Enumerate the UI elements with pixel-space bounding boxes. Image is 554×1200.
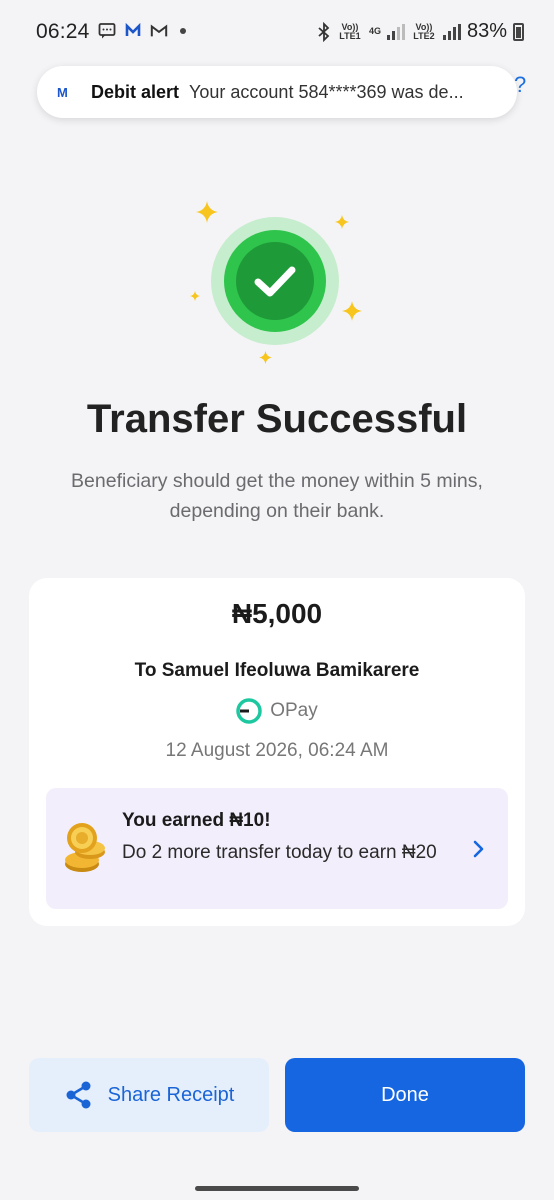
sparkle-icon <box>190 291 200 301</box>
sparkle-icon <box>342 301 362 321</box>
gmail-icon <box>150 24 168 37</box>
notification-app-logo: M <box>57 84 68 100</box>
opay-logo-icon <box>236 698 262 724</box>
receipt-card: ₦5,000 To Samuel Ifeoluwa Bamikarere OPa… <box>29 578 525 926</box>
transfer-datetime: 12 August 2026, 06:24 AM <box>165 740 389 761</box>
status-bar: 06:24 Vo)) LTE1 4G Vo)) LTE2 83% <box>0 0 554 62</box>
dot-icon <box>180 28 186 34</box>
recipient-name: To Samuel Ifeoluwa Bamikarere <box>134 660 420 681</box>
sparkle-icon <box>335 215 349 229</box>
bank-name: OPay <box>270 700 318 721</box>
notification-body: Your account 584****369 was de... <box>189 81 464 102</box>
reward-title: You earned ₦10! <box>122 810 271 831</box>
signal-icon-2 <box>442 23 461 40</box>
sparkle-icon <box>196 201 218 223</box>
network-label-lte2: Vo)) LTE2 <box>413 21 435 41</box>
recipient-bank: OPay <box>29 698 525 724</box>
coins-icon <box>65 823 105 872</box>
network-label-lte1: Vo)) LTE1 <box>339 21 361 41</box>
home-indicator[interactable] <box>195 1186 359 1191</box>
page-subtitle: Beneficiary should get the money within … <box>71 470 483 522</box>
sparkle-icon <box>259 351 272 364</box>
share-receipt-label: Share Receipt <box>107 1083 235 1106</box>
success-graphic <box>0 195 554 370</box>
status-right-icons: Vo)) LTE1 4G Vo)) LTE2 83% <box>317 20 524 43</box>
debit-alert-notification[interactable]: M Debit alert Your account 584****369 wa… <box>37 66 517 118</box>
transfer-success-screen: 06:24 Vo)) LTE1 4G Vo)) LTE2 83% M Debit… <box>0 0 554 1200</box>
checkmark-icon <box>254 266 296 297</box>
help-icon[interactable]: ? <box>514 72 526 98</box>
message-icon <box>98 23 116 39</box>
done-button[interactable]: Done <box>285 1058 525 1132</box>
bluetooth-icon <box>318 21 330 42</box>
network-label-4g: 4G <box>368 26 381 36</box>
chevron-right-icon[interactable] <box>470 836 488 862</box>
reward-banner[interactable]: You earned ₦10! Do 2 more transfer today… <box>46 788 508 909</box>
battery-percent: 83% <box>466 20 507 42</box>
transfer-amount: ₦5,000 <box>231 598 323 629</box>
status-time: 06:24 <box>36 20 90 43</box>
reward-text: Do 2 more transfer today to earn ₦20 <box>122 842 437 863</box>
share-icon <box>66 1081 91 1109</box>
status-left-icons <box>98 22 186 40</box>
signal-icon <box>386 23 405 40</box>
done-label: Done <box>381 1083 429 1106</box>
moniepoint-m-icon <box>125 22 141 36</box>
page-title: Transfer Successful <box>86 397 468 441</box>
notification-title: Debit alert <box>91 81 180 102</box>
share-receipt-button[interactable]: Share Receipt <box>29 1058 269 1132</box>
battery-icon <box>513 22 524 41</box>
